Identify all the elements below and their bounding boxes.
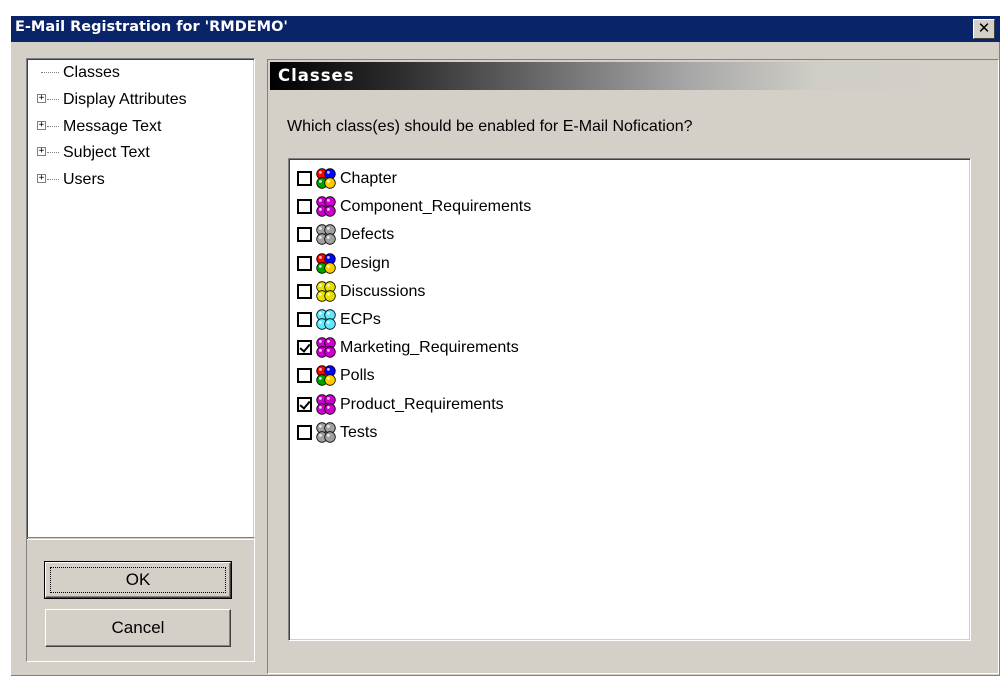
class-checkbox[interactable]	[297, 424, 312, 440]
class-label: Product_Requirements	[340, 395, 504, 413]
title-bar: E-Mail Registration for 'RMDEMO' ✕	[11, 16, 1000, 42]
class-checkbox[interactable]	[297, 340, 312, 356]
class-label: Marketing_Requirements	[340, 339, 519, 357]
tree-connector-line	[41, 72, 59, 73]
expand-icon[interactable]: +	[37, 121, 46, 130]
class-label: Defects	[340, 226, 395, 244]
tree-connector-line	[47, 179, 59, 180]
content-panel: Classes Which class(es) should be enable…	[267, 59, 999, 674]
gray-spheres-icon	[316, 422, 336, 443]
class-label: ECPs	[340, 311, 381, 328]
magenta-spheres-icon	[316, 196, 336, 217]
class-label: Design	[340, 254, 390, 272]
class-checkbox[interactable]	[297, 171, 312, 186]
class-checkbox[interactable]	[297, 283, 312, 299]
tree-connector-line	[47, 99, 59, 100]
window-title: E-Mail Registration for 'RMDEMO'	[15, 19, 288, 35]
ok-button[interactable]: OK	[44, 561, 232, 599]
close-icon: ✕	[977, 19, 991, 37]
tree-item-label: Subject Text	[63, 144, 150, 161]
focus-rectangle	[50, 567, 226, 593]
tree-item-label: Classes	[63, 64, 120, 81]
navigation-tree: Classes + Display Attributes + Message Text +…	[26, 58, 255, 540]
class-checkbox[interactable]	[297, 312, 312, 327]
close-button[interactable]: ✕	[973, 19, 995, 39]
expand-icon[interactable]: +	[37, 147, 46, 156]
class-label: Polls	[340, 367, 375, 385]
class-label: Component_Requirements	[340, 198, 532, 216]
expand-icon[interactable]: +	[37, 174, 46, 183]
multicolor-spheres-icon	[316, 252, 336, 274]
expand-icon[interactable]: +	[37, 94, 46, 103]
gray-spheres-icon	[316, 224, 336, 246]
yellow-spheres-icon	[316, 281, 336, 302]
tree-connector-line	[47, 126, 59, 127]
class-list: Chapter Component_Requirements Defects Desi…	[288, 158, 971, 641]
class-label: Tests	[340, 423, 378, 441]
class-checkbox[interactable]	[297, 255, 312, 271]
tree-connector-line	[47, 152, 59, 153]
section-header: Classes	[270, 62, 950, 90]
tree-item-label: Users	[63, 171, 105, 188]
cancel-button-label: Cancel	[111, 618, 165, 637]
email-registration-dialog: E-Mail Registration for 'RMDEMO' ✕ Class…	[10, 15, 1000, 676]
class-checkbox[interactable]	[297, 227, 312, 243]
magenta-spheres-icon	[316, 393, 336, 415]
class-checkbox[interactable]	[297, 199, 312, 215]
tree-item-label: Message Text	[63, 118, 162, 135]
class-label: Chapter	[340, 170, 397, 187]
multicolor-spheres-icon	[316, 168, 336, 189]
cyan-spheres-icon	[316, 309, 336, 330]
multicolor-spheres-icon	[316, 365, 336, 387]
class-checkbox[interactable]	[297, 368, 312, 384]
cancel-button[interactable]: Cancel	[45, 609, 231, 647]
class-label: Discussions	[340, 282, 426, 300]
magenta-spheres-icon	[316, 337, 336, 358]
tree-item-label: Display Attributes	[63, 91, 187, 108]
prompt-text: Which class(es) should be enabled for E-…	[287, 118, 693, 135]
button-group: OK Cancel	[26, 537, 255, 662]
class-checkbox[interactable]	[297, 396, 312, 412]
